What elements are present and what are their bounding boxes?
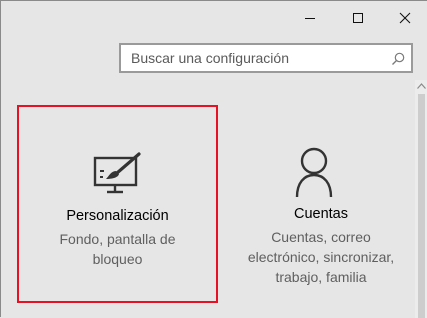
title-bar	[2, 2, 427, 33]
description-line: Cuentas, correo	[271, 229, 371, 245]
search-icon[interactable]	[390, 51, 406, 67]
user-icon	[295, 147, 333, 198]
scrollbar-thumb[interactable]	[418, 94, 425, 318]
close-icon	[399, 12, 411, 23]
tile-title-accounts: Cuentas	[293, 206, 348, 222]
vertical-scrollbar[interactable]	[415, 80, 427, 318]
tile-title-personalization: Personalización	[66, 208, 169, 224]
description-line: bloqueo	[92, 251, 143, 267]
scroll-up-arrow-icon[interactable]	[417, 82, 426, 90]
search-input[interactable]: Buscar una configuración	[119, 43, 413, 73]
close-button[interactable]	[382, 2, 427, 33]
tile-accounts[interactable]: Cuentas Cuentas, correo electrónico, sin…	[231, 105, 411, 303]
description-line: trabajo, familia	[275, 269, 367, 285]
search-placeholder: Buscar una configuración	[131, 50, 289, 66]
maximize-icon	[353, 12, 363, 23]
tile-personalization[interactable]: Personalización Fondo, pantalla de bloqu…	[17, 105, 218, 303]
minimize-button[interactable]	[287, 2, 333, 33]
settings-window: Buscar una configuración Personalización…	[0, 0, 427, 318]
minimize-icon	[305, 17, 315, 19]
tile-description-accounts: Cuentas, correo electrónico, sincronizar…	[231, 227, 411, 287]
tile-description-personalization: Fondo, pantalla de bloqueo	[19, 229, 216, 269]
personalization-icon	[93, 152, 141, 194]
description-line: Fondo, pantalla de	[59, 231, 176, 247]
maximize-button[interactable]	[335, 2, 381, 33]
description-line: electrónico, sincronizar,	[247, 249, 395, 265]
